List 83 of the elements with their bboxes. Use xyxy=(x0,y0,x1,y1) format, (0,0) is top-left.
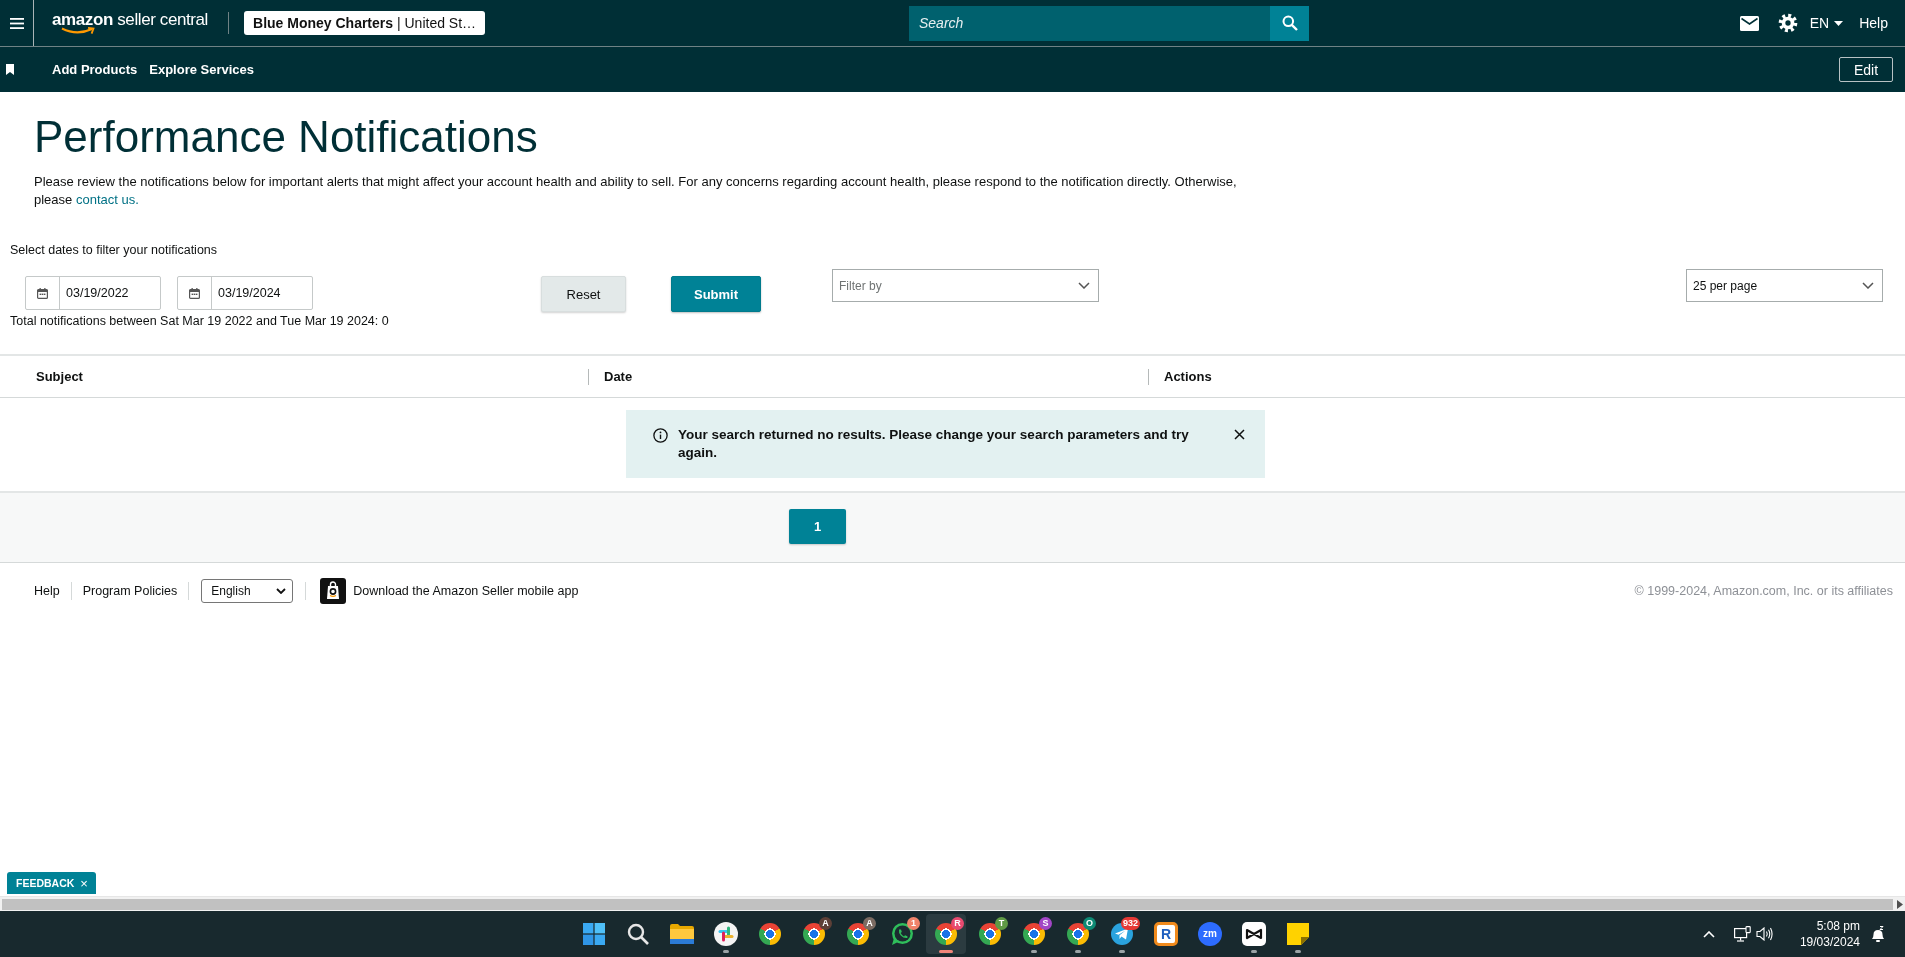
feedback-button[interactable]: FEEDBACK xyxy=(7,872,78,894)
column-header: Date xyxy=(588,368,1148,385)
info-icon xyxy=(653,428,668,443)
taskbar-app-button[interactable]: A xyxy=(838,914,878,954)
grid-icon xyxy=(583,923,605,945)
search-icon xyxy=(1281,15,1298,31)
notification-badge: 932 xyxy=(1120,917,1140,930)
language-selector[interactable]: EN xyxy=(1809,15,1844,31)
notification-badge: S xyxy=(1039,917,1052,930)
page-size-dropdown[interactable]: 25 per page xyxy=(1686,269,1883,302)
date-field[interactable]: 03/19/2024 xyxy=(177,276,313,310)
bookmark-icon[interactable] xyxy=(6,64,14,75)
alert-message: Your search returned no results. Please change your search parameters and try again. xyxy=(678,426,1190,462)
notification-badge: T xyxy=(995,917,1008,930)
app-download-link[interactable]: Download the Amazon Seller mobile app xyxy=(353,584,579,598)
search-icon xyxy=(627,923,649,945)
horizontal-scrollbar[interactable] xyxy=(0,896,1905,911)
chevron-down-icon xyxy=(276,588,287,594)
intro-text: Please review the notifications below for important alerts that might affect your account health and ability to sell. For any concerns regarding account health, please respond to the notification directly. Otherwise, please contact us. xyxy=(34,173,1238,209)
filter-button[interactable]: Reset xyxy=(541,276,626,312)
search-button[interactable] xyxy=(1270,5,1309,41)
logo-text[interactable]: amazon seller central xyxy=(52,9,208,31)
column-header: Actions xyxy=(1148,368,1905,385)
help-link[interactable]: Help xyxy=(1859,15,1888,31)
browser-icon xyxy=(935,923,957,945)
calendar-icon xyxy=(37,287,48,299)
close-button[interactable] xyxy=(1234,429,1245,440)
taskbar-app-button[interactable]: R xyxy=(1146,914,1186,954)
volume-icon[interactable] xyxy=(1755,927,1773,941)
date-field[interactable]: 03/19/2022 xyxy=(25,276,161,310)
smile-arrow-icon xyxy=(61,27,95,35)
browser-icon xyxy=(759,923,781,945)
sticky-note-icon xyxy=(1287,923,1309,945)
page-button[interactable]: 1 xyxy=(789,509,846,544)
notification-badge: O xyxy=(1083,917,1096,930)
taskbar-app-button[interactable]: 932 xyxy=(1102,914,1142,954)
scrollbar-thumb[interactable] xyxy=(2,898,1893,910)
page-title: Performance Notifications xyxy=(34,111,538,163)
chevron-down-icon xyxy=(1862,282,1874,289)
chevron-up-icon[interactable] xyxy=(1702,930,1715,938)
close-icon xyxy=(1234,429,1245,440)
folder-icon xyxy=(670,924,694,944)
notification-badge: A xyxy=(819,917,832,930)
taskbar-app-button[interactable]: O xyxy=(1058,914,1098,954)
caret-icon xyxy=(1834,20,1844,26)
language-dropdown[interactable]: English xyxy=(201,579,294,603)
account-switcher[interactable]: Blue Money Charters | United St… xyxy=(244,11,486,35)
contact-link[interactable]: contact us. xyxy=(75,192,139,207)
search-field[interactable]: Search xyxy=(909,5,1270,41)
nav-link[interactable]: Explore Services xyxy=(149,62,255,77)
footer-link[interactable]: Help xyxy=(34,584,60,598)
total-count-text: Total notifications between Sat Mar 19 2022 and Tue Mar 19 2024: 0 xyxy=(10,313,389,329)
chevron-down-icon xyxy=(1078,282,1090,289)
hashtag-icon xyxy=(714,922,738,946)
notification-badge: 1 xyxy=(907,917,920,930)
notification-badge: R xyxy=(951,917,964,930)
taskbar-app-button[interactable]: R xyxy=(926,914,966,954)
scroll-right-icon[interactable] xyxy=(1897,899,1903,909)
taskbar-app-button[interactable]: zm xyxy=(1190,914,1230,954)
clock-date[interactable]: 19/03/2024 xyxy=(1799,934,1860,950)
browser-icon xyxy=(1023,923,1045,945)
bow-tie-icon xyxy=(1242,922,1266,946)
feedback-close-button[interactable]: × xyxy=(77,872,96,894)
taskbar-app-button[interactable]: A xyxy=(794,914,834,954)
notification-bell-icon[interactable] xyxy=(1870,925,1886,943)
settings-icon[interactable] xyxy=(1777,13,1798,33)
edit-button[interactable]: Edit xyxy=(1839,57,1893,82)
copyright-text: © 1999-2024, Amazon.com, Inc. or its affiliates xyxy=(1634,584,1893,598)
filter-dropdown[interactable]: Filter by xyxy=(832,269,1099,302)
filter-button[interactable]: Submit xyxy=(671,276,761,312)
calendar-icon xyxy=(189,287,200,299)
column-header: Subject xyxy=(35,368,84,385)
shopping-bag-icon[interactable] xyxy=(320,578,347,604)
chat-bubble-icon xyxy=(890,922,914,946)
clock-time[interactable]: 5:08 pm xyxy=(1816,918,1860,934)
taskbar-app-button[interactable]: S xyxy=(1014,914,1054,954)
menu-icon xyxy=(9,17,24,29)
notification-badge: A xyxy=(863,917,876,930)
nav-link[interactable]: Add Products xyxy=(52,62,138,77)
monitor-icon[interactable] xyxy=(1733,926,1751,942)
mail-icon[interactable] xyxy=(1739,15,1759,31)
filter-label: Select dates to filter your notifications xyxy=(10,242,218,258)
footer-link[interactable]: Program Policies xyxy=(82,584,178,598)
